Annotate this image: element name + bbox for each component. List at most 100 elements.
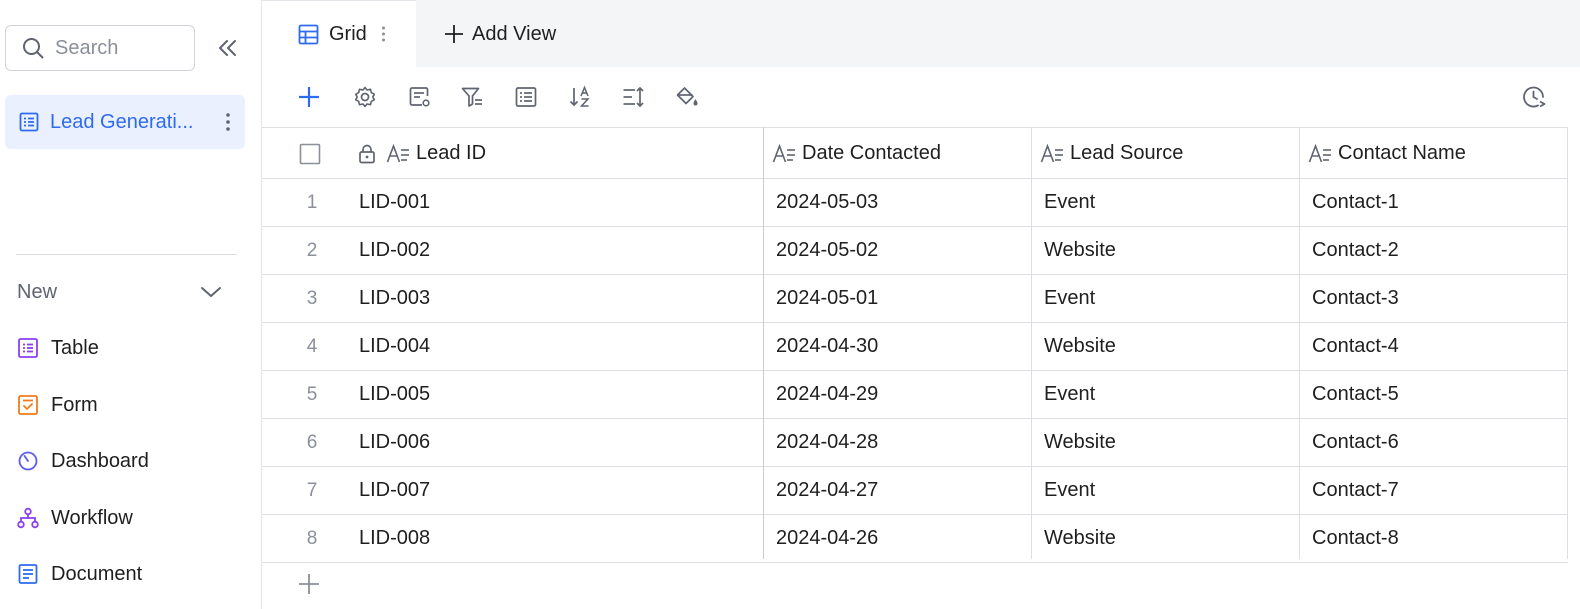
cell-date-contacted[interactable]: 2024-05-01 (776, 275, 878, 322)
table-row[interactable]: 1 LID-001 2024-05-03 Event Contact-1 (262, 179, 1568, 227)
cell-lead-id[interactable]: LID-008 (359, 515, 430, 562)
row-height-icon (621, 85, 645, 109)
cell-date-contacted[interactable]: 2024-04-30 (776, 323, 878, 370)
text-field-icon (1308, 143, 1332, 164)
create-form-item[interactable]: Form (17, 389, 98, 421)
column-divider (1299, 127, 1300, 559)
group-button[interactable] (512, 83, 540, 111)
gear-icon (353, 85, 377, 109)
cell-lead-id[interactable]: LID-002 (359, 227, 430, 274)
table-icon (17, 337, 39, 359)
more-vertical-icon[interactable] (225, 111, 231, 133)
cell-lead-id[interactable]: LID-006 (359, 419, 430, 466)
table-row[interactable]: 7 LID-007 2024-04-27 Event Contact-7 (262, 467, 1568, 515)
table-row[interactable]: 2 LID-002 2024-05-02 Website Contact-2 (262, 227, 1568, 275)
cell-lead-source[interactable]: Website (1044, 515, 1116, 562)
column-header-contact-name[interactable]: Contact Name (1308, 128, 1566, 179)
cell-lead-id[interactable]: LID-005 (359, 371, 430, 418)
table-row[interactable]: 4 LID-004 2024-04-30 Website Contact-4 (262, 323, 1568, 371)
sidebar: Search Lead Generati... New Table Form D… (0, 0, 262, 609)
search-placeholder: Search (55, 36, 119, 59)
add-row-button[interactable] (296, 571, 322, 597)
cell-date-contacted[interactable]: 2024-05-03 (776, 179, 878, 226)
more-vertical-icon[interactable] (381, 25, 386, 43)
create-document-label: Document (51, 562, 143, 585)
column-header-lead-source[interactable]: Lead Source (1040, 128, 1298, 179)
new-section-toggle[interactable]: New (17, 278, 222, 306)
column-label: Lead Source (1070, 142, 1184, 164)
add-record-button[interactable] (295, 83, 323, 111)
cell-lead-source[interactable]: Event (1044, 179, 1095, 226)
cell-contact-name[interactable]: Contact-4 (1312, 323, 1399, 370)
cell-contact-name[interactable]: Contact-3 (1312, 275, 1399, 322)
history-icon (1521, 84, 1547, 110)
column-divider (1031, 127, 1032, 559)
cell-date-contacted[interactable]: 2024-05-02 (776, 227, 878, 274)
create-dashboard-label: Dashboard (51, 449, 149, 472)
create-dashboard-item[interactable]: Dashboard (17, 445, 149, 477)
search-input[interactable]: Search (5, 25, 195, 71)
table-row[interactable]: 5 LID-005 2024-04-29 Event Contact-5 (262, 371, 1568, 419)
lock-icon (358, 144, 376, 164)
plus-icon (444, 24, 464, 44)
cell-contact-name[interactable]: Contact-6 (1312, 419, 1399, 466)
row-number: 5 (306, 383, 318, 405)
cell-lead-source[interactable]: Event (1044, 371, 1095, 418)
sidebar-divider (16, 254, 237, 255)
tab-grid[interactable]: Grid (262, 0, 416, 67)
row-number: 6 (306, 431, 318, 453)
grid-view-icon (298, 24, 319, 45)
filter-button[interactable] (458, 83, 486, 111)
create-form-label: Form (51, 393, 98, 416)
cell-lead-source[interactable]: Event (1044, 275, 1095, 322)
plus-icon (298, 573, 320, 595)
select-all-checkbox[interactable] (299, 128, 325, 179)
workflow-icon (17, 507, 39, 529)
settings-button[interactable] (351, 83, 379, 111)
cell-contact-name[interactable]: Contact-7 (1312, 467, 1399, 514)
cell-lead-id[interactable]: LID-003 (359, 275, 430, 322)
create-table-label: Table (51, 336, 99, 359)
sort-az-icon (568, 85, 592, 109)
cell-date-contacted[interactable]: 2024-04-26 (776, 515, 878, 562)
column-divider[interactable] (763, 127, 764, 559)
column-label: Contact Name (1338, 142, 1466, 164)
create-table-item[interactable]: Table (17, 332, 99, 364)
cell-contact-name[interactable]: Contact-1 (1312, 179, 1399, 226)
cell-lead-source[interactable]: Event (1044, 467, 1095, 514)
cell-contact-name[interactable]: Contact-2 (1312, 227, 1399, 274)
tab-grid-label: Grid (329, 22, 367, 45)
cell-lead-id[interactable]: LID-004 (359, 323, 430, 370)
collapse-sidebar-button[interactable] (214, 34, 242, 62)
row-number: 7 (306, 479, 318, 501)
cell-lead-source[interactable]: Website (1044, 419, 1116, 466)
color-fill-button[interactable] (673, 83, 701, 111)
cell-contact-name[interactable]: Contact-5 (1312, 371, 1399, 418)
column-header-lead-id[interactable]: Lead ID (358, 128, 763, 179)
sort-button[interactable] (566, 83, 594, 111)
cell-date-contacted[interactable]: 2024-04-29 (776, 371, 878, 418)
cell-lead-id[interactable]: LID-001 (359, 179, 430, 226)
history-button[interactable] (1520, 83, 1548, 111)
column-header-date-contacted[interactable]: Date Contacted (772, 128, 1030, 179)
field-config-button[interactable] (406, 83, 434, 111)
table-row[interactable]: 8 LID-008 2024-04-26 Website Contact-8 (262, 515, 1568, 563)
cell-lead-id[interactable]: LID-007 (359, 467, 430, 514)
row-number: 2 (306, 239, 318, 261)
table-row[interactable]: 6 LID-006 2024-04-28 Website Contact-6 (262, 419, 1568, 467)
table-row[interactable]: 3 LID-003 2024-05-01 Event Contact-3 (262, 275, 1568, 323)
cell-lead-source[interactable]: Website (1044, 323, 1116, 370)
sidebar-item-lead-generation[interactable]: Lead Generati... (5, 95, 245, 149)
cell-date-contacted[interactable]: 2024-04-27 (776, 467, 878, 514)
create-document-item[interactable]: Document (17, 558, 142, 590)
row-number: 4 (306, 335, 318, 357)
form-icon (17, 394, 39, 416)
cell-contact-name[interactable]: Contact-8 (1312, 515, 1399, 562)
create-workflow-item[interactable]: Workflow (17, 502, 133, 534)
add-view-button[interactable]: Add View (444, 19, 556, 49)
cell-date-contacted[interactable]: 2024-04-28 (776, 419, 878, 466)
cell-lead-source[interactable]: Website (1044, 227, 1116, 274)
group-list-icon (514, 85, 538, 109)
plus-icon (297, 85, 321, 109)
row-height-button[interactable] (619, 83, 647, 111)
